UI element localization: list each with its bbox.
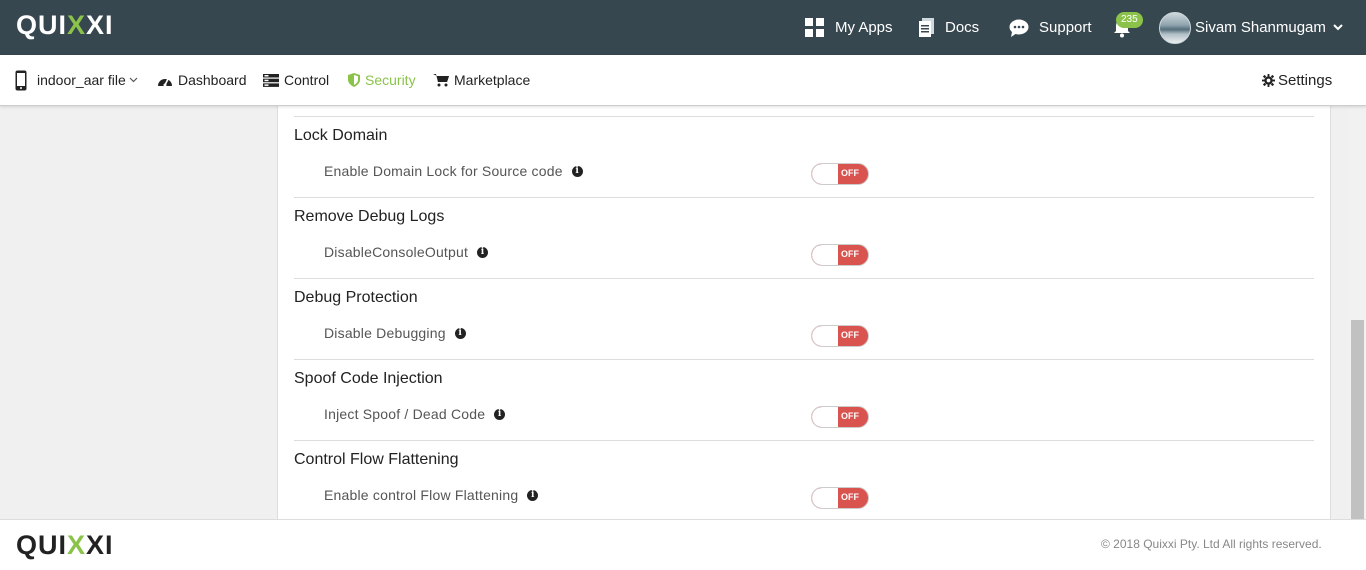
settings-link[interactable]: Settings — [1262, 55, 1332, 105]
footer: QUIXXI © 2018 Quixxi Pty. Ltd All rights… — [0, 519, 1366, 570]
dashboard-gauge-icon — [157, 74, 173, 87]
toggle-state: OFF — [841, 168, 859, 178]
top-bar: QUIXXI My Apps Docs Support 235 Sivam Sh… — [0, 0, 1366, 55]
section-spoof-code-injection: Spoof Code Injection Inject Spoof / Dead… — [294, 359, 1314, 441]
tab-dashboard-label: Dashboard — [178, 72, 247, 88]
my-apps-link[interactable]: My Apps — [805, 0, 893, 55]
user-menu[interactable]: Sivam Shanmugam — [1159, 0, 1343, 55]
section-title: Remove Debug Logs — [294, 208, 445, 225]
option-label: Inject Spoof / Dead Code i — [324, 406, 506, 422]
info-icon[interactable]: i — [494, 408, 506, 420]
section-remove-debug-logs: Remove Debug Logs DisableConsoleOutput i… — [294, 197, 1314, 279]
chevron-down-icon — [129, 77, 138, 83]
chat-bubble-icon — [1009, 19, 1029, 37]
option-label: Enable control Flow Flattening i — [324, 487, 539, 503]
tab-marketplace[interactable]: Marketplace — [433, 55, 530, 105]
chevron-down-icon — [1333, 24, 1343, 31]
support-label: Support — [1039, 19, 1092, 36]
toggle-knob — [812, 407, 838, 427]
toggle-inject-spoof-code[interactable]: OFF — [811, 406, 869, 428]
toggle-knob — [812, 245, 838, 265]
gear-icon — [1262, 73, 1275, 87]
toggle-knob — [812, 488, 838, 508]
toggle-state: OFF — [841, 249, 859, 259]
section-title: Debug Protection — [294, 289, 418, 306]
user-name: Sivam Shanmugam — [1195, 19, 1326, 36]
tab-control-label: Control — [284, 72, 330, 88]
server-icon — [263, 73, 279, 87]
toggle-state: OFF — [841, 492, 859, 502]
toggle-disable-debugging[interactable]: OFF — [811, 325, 869, 347]
settings-label: Settings — [1278, 71, 1333, 89]
toggle-state: OFF — [841, 411, 859, 421]
tab-security-label: Security — [365, 72, 416, 88]
toggle-state: OFF — [841, 330, 859, 340]
copyright-text: © 2018 Quixxi Pty. Ltd All rights reserv… — [1101, 537, 1322, 551]
section-title: Control Flow Flattening — [294, 451, 459, 468]
docs-label: Docs — [945, 19, 980, 36]
app-file-label: indoor_aar file — [37, 72, 126, 88]
info-icon[interactable]: i — [571, 165, 583, 177]
footer-logo: QUIXXI — [16, 530, 114, 560]
option-label: Enable Domain Lock for Source code i — [324, 163, 583, 179]
info-icon[interactable]: i — [527, 489, 539, 501]
quixxi-logo[interactable]: QUIXXI — [16, 10, 114, 41]
shopping-cart-icon — [433, 73, 449, 87]
docs-link[interactable]: Docs — [919, 0, 979, 55]
grid-icon — [805, 17, 825, 38]
section-debug-protection: Debug Protection Disable Debugging i OFF — [294, 278, 1314, 360]
support-link[interactable]: Support — [1009, 0, 1092, 55]
toggle-control-flow-flattening[interactable]: OFF — [811, 487, 869, 509]
notification-badge: 235 — [1116, 12, 1143, 28]
security-settings-panel: Lock Domain Enable Domain Lock for Sourc… — [277, 105, 1331, 519]
toggle-disable-console-output[interactable]: OFF — [811, 244, 869, 266]
toggle-knob — [812, 164, 838, 184]
secondary-nav: indoor_aar file Dashboard Control Securi… — [0, 55, 1366, 106]
info-icon[interactable]: i — [454, 327, 466, 339]
my-apps-label: My Apps — [835, 19, 893, 36]
avatar — [1159, 11, 1191, 44]
app-file-selector[interactable]: indoor_aar file — [15, 55, 143, 105]
section-title: Lock Domain — [294, 127, 388, 144]
section-control-flow-flattening: Control Flow Flattening Enable control F… — [294, 440, 1314, 519]
tab-security[interactable]: Security — [348, 55, 416, 105]
tab-marketplace-label: Marketplace — [454, 72, 531, 88]
tab-dashboard[interactable]: Dashboard — [157, 55, 247, 105]
tab-control[interactable]: Control — [263, 55, 329, 105]
shield-icon — [348, 73, 360, 87]
docs-icon — [919, 17, 935, 38]
section-lock-domain: Lock Domain Enable Domain Lock for Sourc… — [294, 116, 1314, 198]
option-label: Disable Debugging i — [324, 325, 466, 341]
scrollbar-thumb[interactable] — [1351, 320, 1364, 519]
toggle-domain-lock[interactable]: OFF — [811, 163, 869, 185]
section-title: Spoof Code Injection — [294, 370, 443, 387]
toggle-knob — [812, 326, 838, 346]
mobile-phone-icon — [15, 70, 27, 91]
info-icon[interactable]: i — [477, 246, 489, 258]
option-label: DisableConsoleOutput i — [324, 244, 489, 260]
